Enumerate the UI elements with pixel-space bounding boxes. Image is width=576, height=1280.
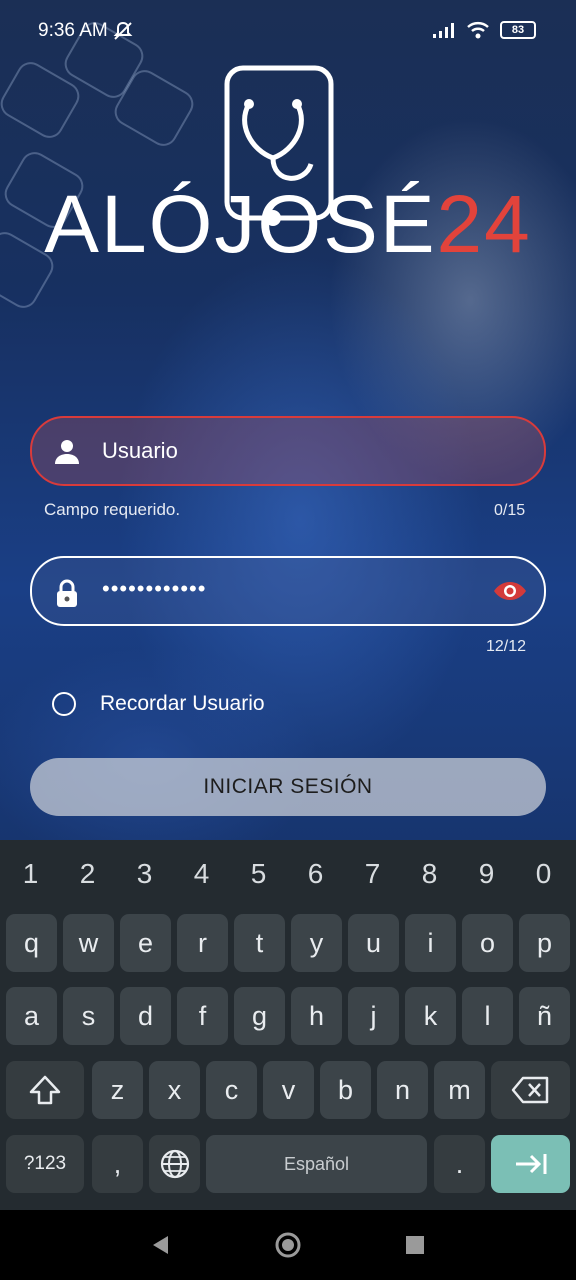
key-j[interactable]: j [348,987,399,1045]
key-4[interactable]: 4 [173,858,230,890]
key-b[interactable]: b [320,1061,371,1119]
battery-icon: 83 [500,21,536,39]
signal-icon [433,23,454,38]
key-x[interactable]: x [149,1061,200,1119]
backspace-icon [511,1076,548,1104]
shift-key[interactable] [6,1061,84,1119]
brand-name: ALÓJOSÉ24 [0,178,576,272]
key-a[interactable]: a [6,987,57,1045]
next-key[interactable] [491,1135,570,1193]
key-h[interactable]: h [291,987,342,1045]
key-d[interactable]: d [120,987,171,1045]
key-g[interactable]: g [234,987,285,1045]
language-key[interactable] [149,1135,200,1193]
brand-name-accent: 24 [436,179,532,270]
key-y[interactable]: y [291,914,342,972]
recents-icon[interactable] [405,1235,425,1255]
keyboard: 1 2 3 4 5 6 7 8 9 0 q w e r t y u i o p … [0,840,576,1210]
key-0[interactable]: 0 [515,858,572,890]
key-p[interactable]: p [519,914,570,972]
key-5[interactable]: 5 [230,858,287,890]
key-1[interactable]: 1 [2,858,59,890]
remember-user-option[interactable]: Recordar Usuario [52,692,265,716]
key-m[interactable]: m [434,1061,485,1119]
shift-icon [29,1075,61,1105]
key-3[interactable]: 3 [116,858,173,890]
period-key[interactable]: . [434,1135,485,1193]
key-c[interactable]: c [206,1061,257,1119]
status-bar: 9:36 AM 83 [0,0,576,64]
key-i[interactable]: i [405,914,456,972]
key-8[interactable]: 8 [401,858,458,890]
keyboard-number-row: 1 2 3 4 5 6 7 8 9 0 [0,840,576,906]
backspace-key[interactable] [491,1061,570,1119]
key-2[interactable]: 2 [59,858,116,890]
notifications-off-icon [112,20,134,47]
key-n[interactable]: n [377,1061,428,1119]
username-field[interactable]: Usuario [30,416,546,486]
key-6[interactable]: 6 [287,858,344,890]
username-placeholder: Usuario [102,438,178,463]
lock-icon [57,579,77,607]
globe-icon [160,1149,189,1179]
key-e[interactable]: e [120,914,171,972]
key-n-tilde[interactable]: ñ [519,987,570,1045]
username-error-text: Campo requerido. [44,500,181,519]
status-time: 9:36 AM [38,20,108,41]
key-v[interactable]: v [263,1061,314,1119]
password-char-counter: 12/12 [486,638,527,655]
key-9[interactable]: 9 [458,858,515,890]
comma-key[interactable]: , [92,1135,143,1193]
symbols-key[interactable]: ?123 [6,1135,84,1193]
key-r[interactable]: r [177,914,228,972]
key-u[interactable]: u [348,914,399,972]
key-k[interactable]: k [405,987,456,1045]
key-s[interactable]: s [63,987,114,1045]
key-t[interactable]: t [234,914,285,972]
login-button[interactable]: INICIAR SESIÓN [30,758,546,816]
key-w[interactable]: w [63,914,114,972]
password-field[interactable]: •••••••••••• [30,556,546,626]
key-7[interactable]: 7 [344,858,401,890]
person-icon [55,440,79,464]
remember-user-radio[interactable] [52,692,76,716]
key-l[interactable]: l [462,987,513,1045]
key-o[interactable]: o [462,914,513,972]
eye-icon[interactable] [492,576,528,606]
key-f[interactable]: f [177,987,228,1045]
back-icon[interactable] [150,1234,170,1256]
tab-enter-icon [515,1154,546,1174]
home-icon[interactable] [274,1231,302,1259]
remember-user-label: Recordar Usuario [100,692,265,715]
username-char-counter: 0/15 [494,502,526,519]
password-value: •••••••••••• [102,576,207,601]
key-q[interactable]: q [6,914,57,972]
wifi-icon [467,22,489,39]
key-z[interactable]: z [92,1061,143,1119]
navigation-bar [0,1210,576,1280]
space-bar[interactable]: Español [206,1135,427,1193]
brand-name-main: ALÓJOSÉ [44,179,437,270]
